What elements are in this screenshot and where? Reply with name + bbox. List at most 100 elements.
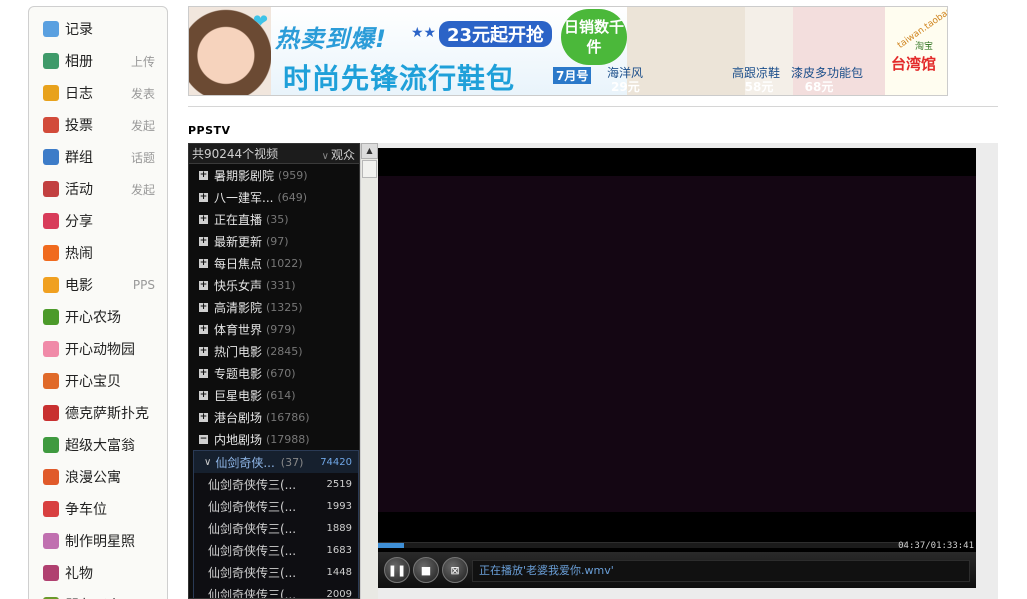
expand-icon[interactable]: + — [199, 390, 208, 400]
video-player: 04:37/01:33:41 ❚❚ ■ ⊠ 正在播放'老婆我爱你.wmv' — [378, 148, 976, 588]
expand-icon[interactable]: + — [199, 170, 208, 180]
sidebar-item-action[interactable]: PPS — [133, 278, 155, 292]
category-row[interactable]: + 每日焦点 (1022) — [189, 252, 359, 274]
category-row[interactable]: + 巨星电影 (614) — [189, 384, 359, 406]
sidebar-item-action[interactable]: 上传 — [131, 53, 155, 70]
category-row[interactable]: + 专题电影 (670) — [189, 362, 359, 384]
episode-row[interactable]: 仙剑奇侠传三(... 1889 — [194, 517, 358, 539]
episode-row[interactable]: 仙剑奇侠传三(... 1683 — [194, 539, 358, 561]
stop-button[interactable]: ■ — [413, 557, 439, 583]
category-row[interactable]: + 高清影院 (1325) — [189, 296, 359, 318]
sidebar-item[interactable]: 礼物 — [29, 559, 169, 587]
sidebar-item[interactable]: 争车位 — [29, 495, 169, 523]
sidebar-item[interactable]: 相册 上传 — [29, 47, 169, 75]
sidebar-item-label: 开心动物园 — [65, 342, 135, 358]
sidebar-item[interactable]: 热闹 — [29, 239, 169, 267]
sidebar-item[interactable]: 德克萨斯扑克 — [29, 399, 169, 427]
diary-icon — [43, 85, 59, 101]
category-row[interactable]: + 体育世界 (979) — [189, 318, 359, 340]
taobao-taiwan-logo[interactable]: taiwan.taobao.com 淘宝 台湾馆 — [885, 7, 947, 95]
sidebar-item-label: 开心宝贝 — [65, 374, 121, 390]
sidebar-item[interactable]: 记录 — [29, 15, 169, 43]
money-icon — [43, 437, 59, 453]
sidebar-item[interactable]: 活动 发起 — [29, 175, 169, 203]
product-price: 68元 — [804, 80, 834, 94]
sidebar-item-action[interactable]: 发起 — [131, 117, 155, 134]
episode-viewers: 1448 — [326, 566, 352, 578]
category-row[interactable]: + 港台剧场 (16786) — [189, 406, 359, 428]
gift-icon — [43, 565, 59, 581]
category-row[interactable]: + 快乐女声 (331) — [189, 274, 359, 296]
section-divider — [188, 106, 998, 107]
sidebar-item[interactable]: 日志 发表 — [29, 79, 169, 107]
expand-icon[interactable]: + — [199, 412, 208, 422]
subgroup-name: 仙剑奇侠... — [215, 455, 275, 470]
star-icon: ★★ — [411, 25, 437, 41]
star-face-icon — [43, 533, 59, 549]
sidebar-item-label: 开心农场 — [65, 310, 121, 326]
expand-icon[interactable]: + — [199, 302, 208, 312]
house-icon — [43, 469, 59, 485]
category-row[interactable]: + 八一建军... (649) — [189, 186, 359, 208]
expand-icon[interactable]: + — [199, 236, 208, 246]
episode-name: 仙剑奇侠传三(... — [208, 499, 297, 514]
expand-icon[interactable]: + — [199, 258, 208, 268]
episode-viewers: 2519 — [326, 478, 352, 490]
sidebar-item[interactable]: 分享 — [29, 207, 169, 235]
playlist-scrollbar[interactable]: ▲ — [360, 143, 378, 599]
sidebar-item-label: 制作明星照 — [65, 534, 135, 550]
scroll-up-arrow-icon[interactable]: ▲ — [361, 143, 378, 159]
sidebar-item[interactable]: 开心动物园 — [29, 335, 169, 363]
banner-product-handbag[interactable]: 漆皮多功能包 68元 — [791, 7, 885, 95]
fullscreen-button[interactable]: ⊠ — [442, 557, 468, 583]
episode-row[interactable]: 仙剑奇侠传三(... 1448 — [194, 561, 358, 583]
collapse-icon[interactable]: − — [199, 434, 208, 444]
expand-icon[interactable]: + — [199, 368, 208, 378]
expand-icon[interactable]: + — [199, 192, 208, 202]
pig-icon — [43, 341, 59, 357]
category-row[interactable]: + 最新更新 (97) — [189, 230, 359, 252]
category-count: (2845) — [266, 344, 303, 358]
sidebar-item[interactable]: 超级大富翁 — [29, 431, 169, 459]
category-count: (959) — [278, 168, 308, 182]
playlist-header: 共90244个视频 ∨ 观众 — [189, 144, 359, 164]
episode-row[interactable]: 仙剑奇侠传三(... 2009 — [194, 583, 358, 599]
sidebar-item[interactable]: 电影 PPS — [29, 271, 169, 299]
subgroup-row[interactable]: ∨ 仙剑奇侠... (37) 74420 — [194, 451, 358, 473]
sidebar-item[interactable]: 开心宝贝 — [29, 367, 169, 395]
share-icon — [43, 213, 59, 229]
episode-row[interactable]: 仙剑奇侠传三(... 2519 — [194, 473, 358, 495]
sidebar-item-label: 记录 — [65, 22, 93, 38]
scroll-thumb[interactable] — [362, 160, 377, 178]
chevron-down-icon: ∨ — [204, 456, 212, 468]
episode-name: 仙剑奇侠传三(... — [208, 543, 297, 558]
sidebar-item-action[interactable]: 发表 — [131, 85, 155, 102]
expand-icon[interactable]: + — [199, 324, 208, 334]
category-row[interactable]: + 暑期影剧院 (959) — [189, 164, 359, 186]
progress-bar[interactable] — [378, 542, 906, 548]
sidebar-item[interactable]: 浪漫公寓 — [29, 463, 169, 491]
sidebar-item-label: 热闹 — [65, 246, 93, 262]
sort-by-audience[interactable]: ∨ 观众 — [322, 146, 355, 163]
banner-ad[interactable]: ❤ 热卖到爆! ★★ 23元起开抢 时尚先锋流行鞋包 7月号 日销数千件 海洋风… — [188, 6, 948, 96]
category-name: 每日焦点 — [214, 256, 263, 271]
expand-icon[interactable]: + — [199, 346, 208, 356]
category-row[interactable]: + 正在直播 (35) — [189, 208, 359, 230]
playback-time: 04:37/01:33:41 — [898, 541, 974, 551]
pause-button[interactable]: ❚❚ — [384, 557, 410, 583]
sidebar-item[interactable]: 投票 发起 — [29, 111, 169, 139]
category-row[interactable]: − 内地剧场 (17988) — [189, 428, 359, 450]
expand-icon[interactable]: + — [199, 214, 208, 224]
sidebar-item[interactable]: 开心农场 — [29, 303, 169, 331]
video-screen[interactable] — [378, 176, 976, 512]
expand-icon[interactable]: + — [199, 280, 208, 290]
sidebar-item-action[interactable]: 发起 — [131, 181, 155, 198]
sidebar-item-action[interactable]: 话题 — [131, 149, 155, 166]
sidebar-item-label: 电影 — [65, 278, 93, 294]
sidebar-item[interactable]: 群组 话题 — [29, 143, 169, 171]
category-row[interactable]: + 热门电影 (2845) — [189, 340, 359, 362]
sidebar-item[interactable]: 制作明星照 — [29, 527, 169, 555]
episode-row[interactable]: 仙剑奇侠传三(... 1993 — [194, 495, 358, 517]
sidebar-item[interactable]: 朋友买卖 — [29, 591, 169, 599]
baby-icon — [43, 373, 59, 389]
